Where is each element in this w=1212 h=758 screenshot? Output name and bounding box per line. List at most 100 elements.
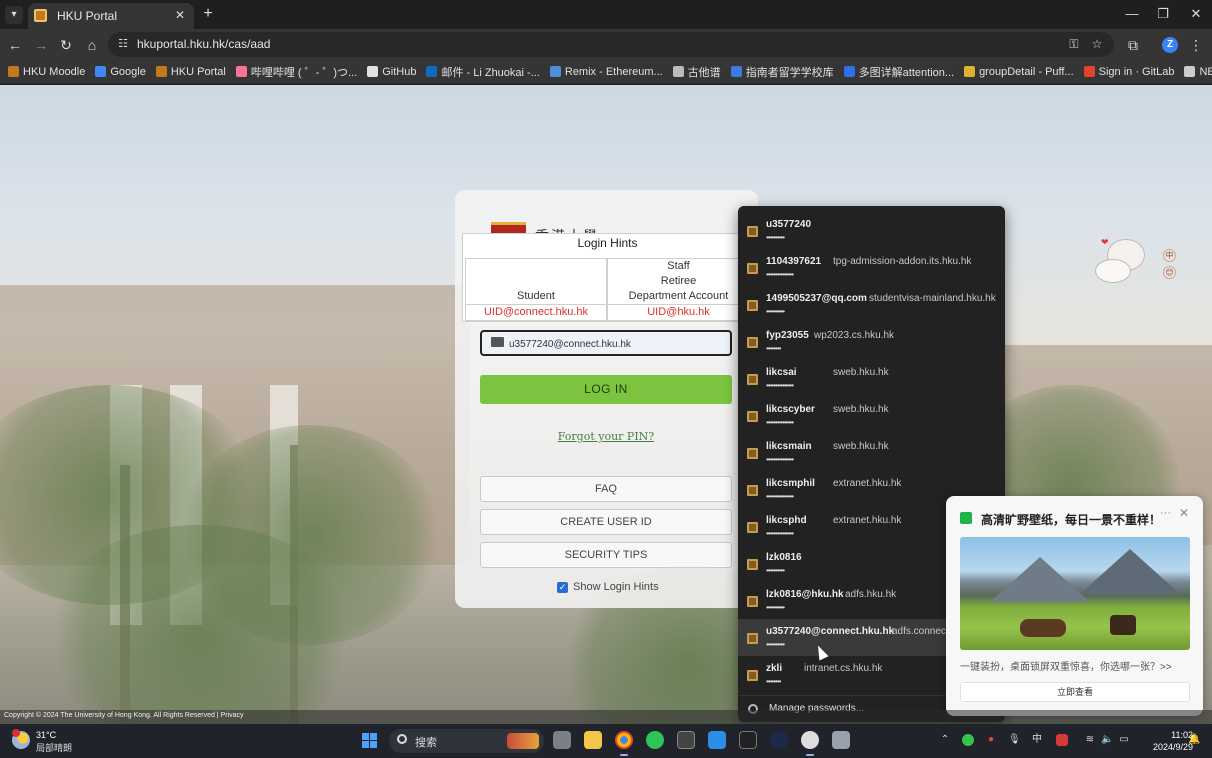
wechat-icon[interactable] [646, 731, 664, 749]
address-bar[interactable]: ☷ hkuportal.hku.hk/cas/aad ⚿ ☆ [108, 32, 1114, 57]
masked-password: ••••••••••••••• [766, 418, 794, 427]
bookmark-item[interactable]: 指南者留学学校库 [730, 64, 834, 80]
bookmark-label: HKU Portal [170, 65, 226, 78]
saved-site: sweb.hku.hk [833, 441, 889, 452]
notification-bell-icon[interactable]: 🔔 [1188, 734, 1200, 746]
saved-password-item[interactable]: likcsmain sweb.hku.hk ••••••••••••••• [738, 434, 1005, 471]
bookmark-favicon-icon [367, 66, 379, 77]
security-tips-button[interactable]: SECURITY TIPS [480, 542, 732, 568]
hints-student-value: UID@connect.hku.hk [465, 304, 607, 321]
saved-password-item[interactable]: u3577240 •••••••••• [738, 212, 1005, 249]
bookmark-favicon-icon [1083, 66, 1095, 77]
bookmark-label: Sign in · GitLab [1098, 65, 1175, 78]
vscode-icon[interactable] [708, 731, 726, 749]
bookmark-item[interactable]: 邮件 - Li Zhuokai -... [426, 64, 540, 80]
wallpaper-notification[interactable]: 高清旷野壁纸，每日一景不重样！ ··· ✕ 一键装扮，桌面锁屏双重惊喜，你选哪一… [946, 496, 1203, 716]
tab-close-icon[interactable]: ✕ [172, 7, 188, 23]
windows-start-icon[interactable] [362, 733, 377, 748]
steam-icon[interactable] [770, 731, 788, 749]
clock-time[interactable]: 11:02 [1153, 730, 1193, 740]
tab-hku-portal[interactable]: HKU Portal ✕ [28, 3, 194, 29]
battery-icon[interactable]: ▭ [1118, 734, 1130, 746]
tray-green-icon[interactable] [962, 734, 974, 746]
show-login-hints[interactable]: ✓ Show Login Hints [557, 581, 659, 593]
back-button[interactable]: ← [6, 36, 24, 54]
bookmark-item[interactable]: GitHub [367, 66, 416, 78]
masked-password: •••••••••• [766, 603, 785, 612]
password-key-icon[interactable]: ⚿ [1066, 36, 1082, 52]
microphone-icon[interactable]: 🎙 [1008, 734, 1021, 746]
username-field[interactable] [480, 330, 732, 356]
terminal-icon[interactable] [677, 731, 695, 749]
bookmark-item[interactable]: NETjobs [1184, 66, 1212, 78]
bookmark-item[interactable]: Remix - Ethereum... [549, 66, 663, 78]
saved-password-item[interactable]: likcscyber sweb.hku.hk ••••••••••••••• [738, 397, 1005, 434]
landscape-image[interactable] [960, 537, 1190, 650]
bookmark-item[interactable]: 多图详解attention... [843, 64, 955, 80]
bookmarks-bar: HKU Moodle Google HKU Portal 哔哩哔哩 ( ゜- ゜)つ.… [0, 60, 1212, 84]
bookmark-favicon-icon [1184, 66, 1196, 77]
view-now-button[interactable]: 立即查看 [960, 682, 1190, 702]
clock-date[interactable]: 2024/9/29 [1140, 742, 1193, 752]
bookmark-label: 多图详解attention... [858, 66, 955, 79]
show-hints-checkbox[interactable]: ✓ [557, 581, 568, 593]
saved-username: 1499505237@qq.com [766, 293, 867, 304]
close-window-button[interactable]: ✕ [1187, 6, 1205, 22]
taskbar-search[interactable]: 搜索 [389, 729, 544, 753]
bookmark-item[interactable]: Google [95, 66, 146, 78]
saved-site: adfs.hku.hk [845, 589, 897, 600]
app-with-badge-icon[interactable] [801, 731, 819, 749]
tab-search-button[interactable]: ▾ [5, 6, 23, 24]
saved-password-item[interactable]: 1499505237@qq.com studentvisa-mainland.hk… [738, 286, 1005, 323]
wifi-icon[interactable]: ≋ [1084, 734, 1096, 746]
volume-icon[interactable]: 🔈 [1101, 734, 1113, 746]
tray-red-icon[interactable]: ● [985, 734, 997, 746]
forgot-pin-link[interactable]: Forgot your PIN? [480, 430, 732, 443]
bookmark-item[interactable]: 古他谱 [672, 64, 721, 80]
file-explorer-icon[interactable] [584, 731, 602, 749]
saved-password-item[interactable]: fyp23055 wp2023.cs.hku.hk •••••••• [738, 323, 1005, 360]
weather-temperature: 31°C [36, 730, 57, 740]
new-tab-button[interactable]: + [200, 5, 216, 23]
faq-button[interactable]: FAQ [480, 476, 732, 502]
saved-password-item[interactable]: likcsai sweb.hku.hk ••••••••••••••• [738, 360, 1005, 397]
restore-button[interactable]: ❐ [1154, 6, 1172, 22]
smile-chip[interactable]: 😊 [1163, 266, 1176, 279]
ime-chip[interactable]: 中 [1163, 249, 1176, 262]
login-button[interactable]: LOG IN [480, 375, 732, 404]
site-favicon-icon [747, 263, 758, 274]
home-button[interactable]: ⌂ [83, 36, 101, 54]
site-favicon-icon [747, 300, 758, 311]
site-favicon-icon [747, 633, 758, 644]
bookmark-item[interactable]: HKU Moodle [8, 66, 85, 78]
bookmark-item[interactable]: groupDetail - Puff... [964, 66, 1074, 78]
github-desktop-icon[interactable] [739, 731, 757, 749]
more-icon[interactable]: ··· [1160, 507, 1171, 519]
notification-title: 高清旷野壁纸，每日一景不重样！ [981, 513, 1162, 527]
reload-button[interactable]: ↻ [57, 36, 75, 54]
ime-indicator[interactable]: 中 [1031, 734, 1043, 746]
masked-password: •••••••••• [766, 566, 785, 575]
bookmark-item[interactable]: 哔哩哔哩 ( ゜- ゜)つ... [235, 64, 357, 80]
bookmark-favicon-icon [549, 66, 561, 77]
extensions-icon[interactable]: ⧉ [1124, 36, 1142, 54]
task-view-icon[interactable] [553, 731, 571, 749]
saved-password-item[interactable]: 1104397621 tpg-admission-addon.its.hku.hk… [738, 249, 1005, 286]
create-user-id-button[interactable]: CREATE USER ID [480, 509, 732, 535]
close-icon[interactable]: ✕ [1179, 506, 1189, 520]
username-input[interactable] [509, 336, 724, 352]
chrome-icon[interactable] [615, 731, 633, 749]
search-icon [397, 734, 407, 744]
tray-chevron-icon[interactable]: ⌃ [939, 734, 951, 746]
bookmark-item[interactable]: HKU Portal [155, 65, 226, 78]
profile-avatar[interactable]: Z [1162, 37, 1178, 53]
bookmark-item[interactable]: Sign in · GitLab [1083, 65, 1175, 78]
forward-button[interactable]: → [32, 36, 50, 54]
tray-app-icon[interactable] [1056, 734, 1068, 746]
notes-app-icon[interactable] [832, 731, 850, 749]
weather-description: 局部晴朗 [36, 743, 73, 753]
minimize-button[interactable]: — [1123, 6, 1141, 22]
bookmark-star-icon[interactable]: ☆ [1089, 36, 1105, 52]
menu-kebab-icon[interactable]: ⋮ [1187, 36, 1205, 54]
site-info-icon[interactable]: ☷ [116, 37, 130, 51]
